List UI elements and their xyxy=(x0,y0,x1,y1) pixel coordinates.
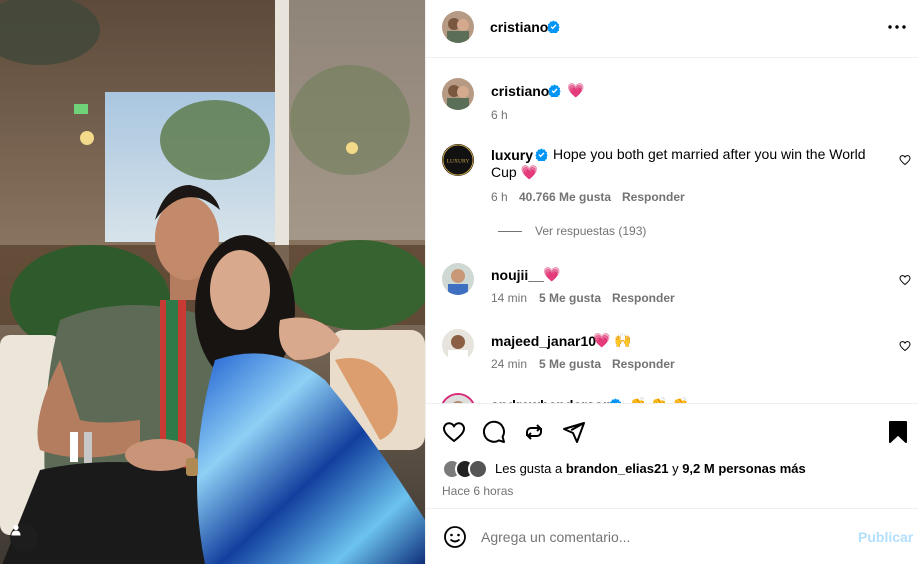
caption-text: 💗 xyxy=(567,82,585,98)
verified-badge-icon xyxy=(609,398,622,403)
bookmark-icon xyxy=(889,421,907,443)
comment-text-continued: Cup 💗 xyxy=(491,164,539,180)
view-replies-line xyxy=(498,231,522,232)
comment-text: 💗 xyxy=(543,266,561,282)
publish-button[interactable]: Publicar xyxy=(858,529,913,545)
comment-text: 💗 🙌 xyxy=(593,332,632,348)
comment-username[interactable]: majeed_janar10 xyxy=(491,333,596,349)
caption-username[interactable]: cristiano xyxy=(491,83,549,99)
comment-row: noujii__ 💗 14 min 5 Me gusta Responder xyxy=(426,262,918,322)
author-avatar[interactable] xyxy=(442,11,474,43)
comment-input[interactable] xyxy=(481,526,841,548)
post-actions: Les gusta a brandon_elias21 y 9,2 M pers… xyxy=(426,405,918,509)
luxury-logo-text: LUXURY xyxy=(447,159,470,165)
like-comment-heart-icon[interactable] xyxy=(899,274,911,286)
photo-image xyxy=(0,0,425,564)
comment-likes[interactable]: 5 Me gusta xyxy=(539,291,601,305)
repost-button[interactable] xyxy=(520,418,548,446)
more-horizontal-icon xyxy=(888,25,906,29)
comment-avatar[interactable]: LUXURY xyxy=(442,144,474,176)
reply-button[interactable]: Responder xyxy=(612,291,675,305)
liked-by-prefix: Les gusta a xyxy=(495,461,563,476)
comment-bubble-icon xyxy=(482,420,505,443)
comment-time[interactable]: 24 min xyxy=(491,357,527,371)
share-button[interactable] xyxy=(560,418,588,446)
comment-avatar-story[interactable] xyxy=(440,393,476,403)
comment-row: andrewhenderson 👏 👏 👏 xyxy=(426,392,918,404)
comment-text: Hope you both get married after you win … xyxy=(553,146,866,162)
caption-row: cristiano 💗 6 h xyxy=(426,58,918,132)
like-button[interactable] xyxy=(440,418,468,446)
heart-icon xyxy=(442,422,466,443)
comment-time[interactable]: 6 h xyxy=(491,190,508,204)
post-side-panel: cristiano cristiano 💗 6 h LUXURY luxury … xyxy=(425,0,918,564)
verified-badge-icon xyxy=(548,84,561,97)
comment-composer: Publicar xyxy=(426,510,918,564)
liker-avatar xyxy=(468,459,488,479)
reply-button[interactable]: Responder xyxy=(612,357,675,371)
comment-username[interactable]: luxury xyxy=(491,147,533,163)
save-button[interactable] xyxy=(884,418,912,446)
verified-badge-icon xyxy=(547,20,560,33)
reply-button[interactable]: Responder xyxy=(622,190,685,204)
post-header: cristiano xyxy=(426,0,918,58)
repost-icon xyxy=(526,424,542,440)
tagged-users-button[interactable] xyxy=(10,524,38,552)
like-comment-heart-icon[interactable] xyxy=(899,154,911,166)
comment-row: majeed_janar10 💗 🙌 24 min 5 Me gusta Res… xyxy=(426,328,918,388)
comment-row: LUXURY luxury Hope you both get married … xyxy=(426,142,918,242)
emoji-smile-icon xyxy=(444,526,466,548)
comment-likes[interactable]: 40.766 Me gusta xyxy=(519,190,611,204)
verified-badge-icon xyxy=(535,148,548,161)
comments-list[interactable]: cristiano 💗 6 h LUXURY luxury Hope you b… xyxy=(426,58,918,404)
user-icon xyxy=(11,524,21,536)
liked-by-count[interactable]: 9,2 M personas más xyxy=(682,461,806,476)
comment-username[interactable]: noujii__ xyxy=(491,267,544,283)
author-username[interactable]: cristiano xyxy=(490,19,548,35)
caption-time[interactable]: 6 h xyxy=(491,108,508,122)
comment-username[interactable]: andrewhenderson xyxy=(491,397,612,403)
caption-avatar[interactable] xyxy=(442,78,474,110)
like-comment-heart-icon[interactable] xyxy=(899,340,911,352)
emoji-button[interactable] xyxy=(442,524,468,550)
liked-by-user[interactable]: brandon_elias21 xyxy=(566,461,669,476)
liked-by-text: Les gusta a brandon_elias21 y 9,2 M pers… xyxy=(495,461,806,476)
more-options-button[interactable] xyxy=(884,17,910,37)
post-photo[interactable] xyxy=(0,0,425,564)
comment-likes[interactable]: 5 Me gusta xyxy=(539,357,601,371)
comment-avatar[interactable] xyxy=(442,263,474,295)
comment-time[interactable]: 14 min xyxy=(491,291,527,305)
post-timestamp[interactable]: Hace 6 horas xyxy=(442,484,513,498)
liked-by-avatars[interactable] xyxy=(442,459,492,479)
view-replies-button[interactable]: Ver respuestas (193) xyxy=(535,224,646,238)
send-paper-plane-icon xyxy=(563,422,585,443)
post-viewer: cristiano cristiano 💗 6 h LUXURY luxury … xyxy=(0,0,918,564)
comment-text: 👏 👏 👏 xyxy=(629,396,690,404)
comment-button[interactable] xyxy=(480,418,508,446)
liked-by-and: y xyxy=(672,461,679,476)
comment-avatar[interactable] xyxy=(442,329,474,361)
